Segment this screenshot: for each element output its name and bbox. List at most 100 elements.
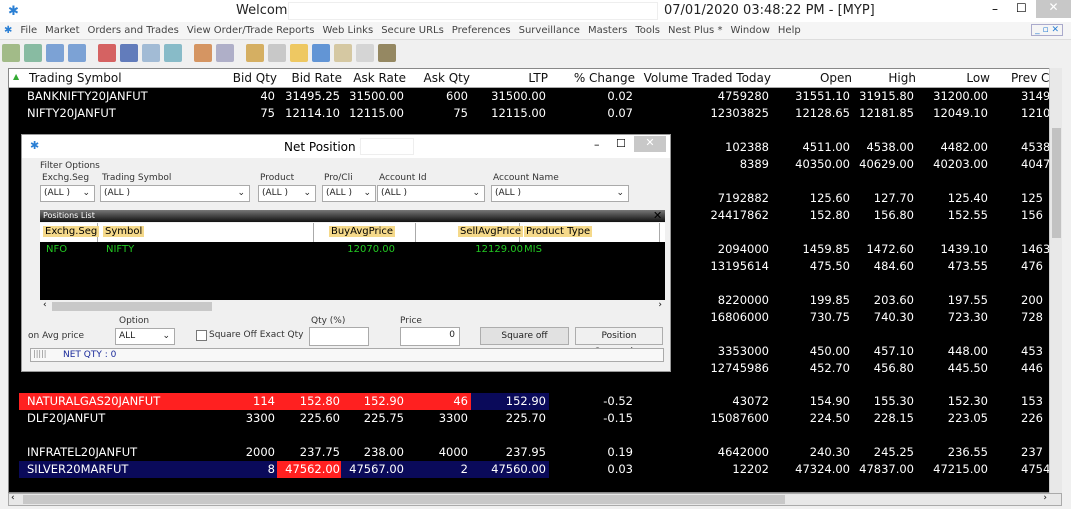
cell-vol: 13195614 — [710, 259, 769, 273]
toolbar-tool-4-icon[interactable] — [68, 44, 86, 62]
filter-select-pro-cli[interactable]: (ALL ) ⌄ — [322, 185, 376, 202]
toolbar-tool-14-icon[interactable] — [312, 44, 330, 62]
price-input[interactable]: 0 — [400, 327, 460, 346]
toolbar-tool-7-icon[interactable] — [142, 44, 160, 62]
horizontal-scrollbar[interactable]: ‹ › — [8, 493, 1062, 506]
column-header-bid-qty[interactable]: Bid Qty — [233, 71, 277, 85]
cell-aq: 2 — [460, 462, 468, 476]
cell-vol: 12202 — [732, 462, 769, 476]
toolbar-tool-10-icon[interactable] — [216, 44, 234, 62]
menu-masters[interactable]: Masters — [584, 22, 631, 40]
cell-ar: 238.00 — [363, 445, 404, 459]
menu-tools[interactable]: Tools — [631, 22, 664, 40]
column-header-high[interactable]: High — [888, 71, 916, 85]
menu-preferences[interactable]: Preferences — [448, 22, 515, 40]
column-header--change[interactable]: % Change — [574, 71, 635, 85]
table-row[interactable]: SILVER20MARFUT 8 47562.00 47567.00 2 47560.00… — [9, 461, 1061, 478]
mdi-controls[interactable]: _ ▫ ✕ — [1031, 24, 1063, 36]
menu-view-order-trade-reports[interactable]: View Order/Trade Reports — [183, 22, 319, 40]
positions-header-symbol[interactable]: Symbol — [103, 226, 145, 237]
table-row[interactable]: NIFTY20JANFUT 75 12114.10 12115.00 75 12115.0… — [9, 105, 1061, 122]
column-header-ask-rate[interactable]: Ask Rate — [353, 71, 406, 85]
positions-header-exchg-seg[interactable]: Exchg.Seg — [43, 226, 100, 237]
menu-window[interactable]: Window — [726, 22, 773, 40]
filter-select-trading-symbol[interactable]: (ALL ) ⌄ — [100, 185, 250, 202]
cell-low: 236.55 — [947, 445, 988, 459]
cell-vol: 16806000 — [710, 310, 769, 324]
position-conversion-button[interactable]: Position Conversion — [575, 327, 663, 357]
qty-input[interactable] — [309, 327, 369, 346]
cell-pc: 446 — [1021, 361, 1043, 375]
menu-surveillance[interactable]: Surveillance — [515, 22, 584, 40]
table-row[interactable]: DLF20JANFUT 3300 225.60 225.75 3300 225.70 -0.… — [9, 410, 1061, 427]
column-header-low[interactable]: Low — [966, 71, 990, 85]
cell-low: 223.05 — [947, 411, 988, 425]
minimize-button[interactable]: – — [992, 2, 998, 16]
positions-header-product-type[interactable]: Product Type — [524, 226, 593, 237]
cell-pc: 728 — [1021, 310, 1043, 324]
cell-pc: 237 — [1021, 445, 1043, 459]
menu-secure-urls[interactable]: Secure URLs — [377, 22, 448, 40]
filter-select-account-id[interactable]: (ALL ) ⌄ — [377, 185, 485, 202]
filter-value: (ALL ) — [44, 188, 71, 198]
toolbar-tool-6-icon[interactable] — [120, 44, 138, 62]
positions-header-sellavgprice[interactable]: SellAvgPrice — [458, 226, 523, 237]
toolbar-tool-17-icon[interactable] — [378, 44, 396, 62]
table-row[interactable]: BANKNIFTY20JANFUT 40 31495.25 31500.00 600 31… — [9, 88, 1061, 105]
cell-pc: 12106 — [1021, 106, 1051, 120]
toolbar-tool-8-icon[interactable] — [164, 44, 182, 62]
table-row[interactable]: INFRATEL20JANFUT 2000 237.75 238.00 4000 237.… — [9, 444, 1061, 461]
column-header-volume-traded-today[interactable]: Volume Traded Today — [644, 71, 771, 85]
column-header-trading-symbol[interactable]: Trading Symbol — [29, 71, 122, 85]
toolbar-tool-15-icon[interactable] — [334, 44, 352, 62]
toolbar-tool-13-icon[interactable] — [290, 44, 308, 62]
column-header-bid-rate[interactable]: Bid Rate — [291, 71, 342, 85]
menu-nest-plus-[interactable]: Nest Plus * — [664, 22, 726, 40]
square-exact-checkbox[interactable] — [196, 330, 207, 341]
cell-sym: NATURALGAS20JANFUT — [27, 394, 161, 408]
filter-select-account-name[interactable]: (ALL ) ⌄ — [491, 185, 629, 202]
menu-help[interactable]: Help — [774, 22, 805, 40]
dialog-maximize-button[interactable]: ☐ — [616, 137, 626, 150]
close-button[interactable]: ✕ — [1036, 0, 1071, 18]
positions-hscrollbar[interactable]: ‹ › — [40, 300, 665, 313]
menu-orders-and-trades[interactable]: Orders and Trades — [84, 22, 183, 40]
table-row[interactable]: NATURALGAS20JANFUT 114 152.80 152.90 46 152.9… — [9, 393, 1061, 410]
cell-high: 40629.00 — [859, 157, 914, 171]
menu-file[interactable]: File — [16, 22, 41, 40]
toolbar-tool-9-icon[interactable] — [194, 44, 212, 62]
cell-vol: 15087600 — [710, 411, 769, 425]
menu-market[interactable]: Market — [41, 22, 83, 40]
toolbar-tool-3-icon[interactable] — [46, 44, 64, 62]
cell-high: 12181.85 — [859, 106, 914, 120]
cell-high: 457.10 — [873, 344, 914, 358]
column-header-ltp[interactable]: LTP — [528, 71, 548, 85]
option-select[interactable]: ALL ⌄ — [115, 328, 175, 345]
toolbar-tool-16-icon[interactable] — [356, 44, 374, 62]
filter-select-product[interactable]: (ALL ) ⌄ — [258, 185, 316, 202]
cell-pc: 1463 — [1021, 242, 1051, 256]
filter-value: (ALL ) — [326, 188, 353, 198]
positions-row[interactable]: NFO NIFTY 12070.00 12129.00 MIS — [40, 244, 665, 258]
toolbar-tool-2-icon[interactable] — [24, 44, 42, 62]
dialog-close-button[interactable]: ✕ — [634, 136, 666, 152]
toolbar-tool-5-icon[interactable] — [98, 44, 116, 62]
cell-aq: 75 — [453, 106, 468, 120]
positions-header-buyavgprice[interactable]: BuyAvgPrice — [328, 226, 395, 237]
toolbar-tool-11-icon[interactable] — [246, 44, 264, 62]
vertical-scrollbar[interactable] — [1049, 68, 1062, 493]
cell-high: 228.15 — [873, 411, 914, 425]
cell-high: 156.80 — [873, 208, 914, 222]
cell-pc: 476 — [1021, 259, 1043, 273]
maximize-button[interactable]: ☐ — [1016, 1, 1027, 15]
menu-web-links[interactable]: Web Links — [319, 22, 378, 40]
column-header-ask-qty[interactable]: Ask Qty — [424, 71, 470, 85]
filter-select-exchg-seg[interactable]: (ALL ) ⌄ — [40, 185, 95, 202]
toolbar-tool-1-icon[interactable] — [2, 44, 20, 62]
toolbar-tool-12-icon[interactable] — [268, 44, 286, 62]
square-off-button[interactable]: Square off — [480, 327, 569, 345]
column-header-open[interactable]: Open — [820, 71, 852, 85]
column-header-prev-cl[interactable]: Prev Cl — [1011, 71, 1053, 85]
dialog-minimize-button[interactable]: – — [594, 138, 600, 151]
positions-close-icon[interactable]: ✕ — [653, 209, 662, 222]
